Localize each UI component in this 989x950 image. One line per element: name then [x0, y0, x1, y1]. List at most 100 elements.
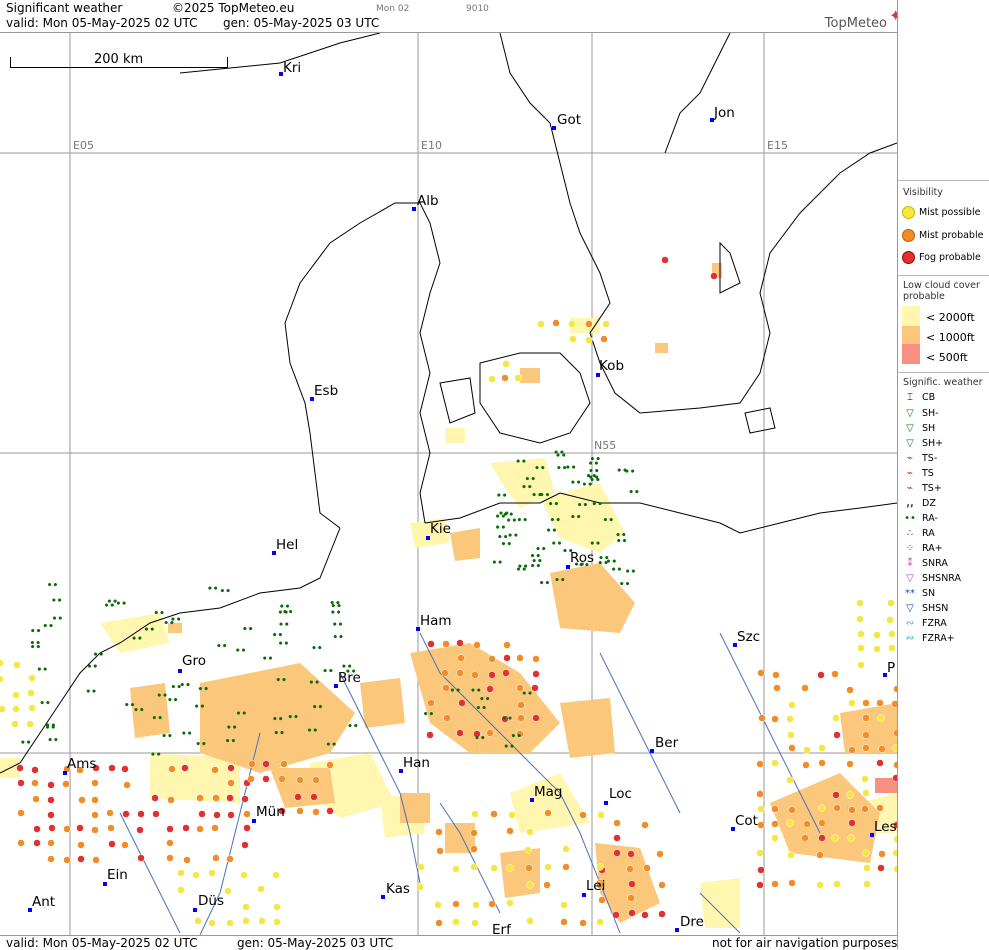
rain-marker: •• [311, 644, 323, 654]
visibility-marker [758, 714, 766, 722]
visibility-marker [310, 793, 318, 801]
visibility-marker [816, 881, 824, 889]
visibility-marker [452, 918, 460, 926]
visibility-marker [568, 320, 576, 328]
rain-marker: •• [236, 709, 248, 719]
visibility-marker [543, 881, 551, 889]
visibility-marker [831, 670, 839, 678]
visibility-marker [710, 272, 718, 280]
rain-marker: •• [161, 732, 173, 742]
legend-ra-minus: •• RA- [902, 511, 938, 525]
logo-text: TopMeteo [824, 16, 887, 31]
rain-marker: •• [226, 723, 238, 733]
visibility-marker [243, 810, 251, 818]
visibility-marker [517, 714, 525, 722]
rain-marker: •• [150, 751, 162, 761]
rain-heavy-icon: ⁘ [905, 542, 915, 554]
rain-marker: •• [347, 722, 359, 732]
visibility-marker [211, 824, 219, 832]
visibility-marker [242, 917, 250, 925]
visibility-marker [312, 808, 320, 816]
visibility-marker [296, 807, 304, 815]
visibility-marker [862, 731, 870, 739]
rain-marker: •• [503, 743, 515, 753]
visibility-marker [436, 847, 444, 855]
city-kie: Kie [430, 521, 451, 537]
visibility-marker [786, 819, 794, 827]
visibility-marker [532, 714, 540, 722]
rain-marker: •• [242, 625, 254, 635]
visibility-marker [48, 824, 56, 832]
rain-marker: •• [197, 685, 209, 695]
visibility-marker [177, 869, 185, 877]
city-szc: Szc [737, 629, 761, 645]
visibility-marker [848, 746, 856, 754]
visibility-marker [471, 671, 479, 679]
visibility-marker [211, 766, 219, 774]
visibility-marker [417, 863, 425, 871]
visibility-marker [192, 871, 200, 879]
visibility-marker [888, 644, 896, 652]
visibility-marker [77, 841, 85, 849]
visibility-marker [856, 599, 864, 607]
visibility-marker [122, 810, 130, 818]
visibility-marker [877, 714, 885, 722]
visibility-marker [788, 806, 796, 814]
visibility-marker [857, 661, 865, 669]
rain-marker: •• [156, 691, 168, 701]
grid-label-e10: E10 [421, 139, 442, 152]
visibility-marker [0, 675, 4, 683]
visibility-marker [508, 811, 516, 819]
visibility-marker [876, 759, 884, 767]
city-ber: Ber [655, 735, 679, 751]
visibility-marker [472, 901, 480, 909]
legend-ts: ⌁ TS [902, 466, 934, 480]
visibility-marker [786, 776, 794, 784]
visibility-marker [888, 630, 896, 638]
visibility-marker [756, 790, 764, 798]
city-han: Han [403, 755, 430, 771]
visibility-marker [226, 794, 234, 802]
visibility-marker [846, 686, 854, 694]
visibility-marker [152, 810, 160, 818]
visibility-marker [848, 819, 856, 827]
visibility-marker [442, 684, 450, 692]
rain-marker: •• [287, 713, 299, 723]
visibility-marker [757, 805, 765, 813]
visibility-marker [502, 669, 510, 677]
visibility-marker [857, 630, 865, 638]
visibility-marker [833, 880, 841, 888]
visibility-marker [772, 671, 780, 679]
rain-marker: •• [131, 635, 143, 645]
visibility-marker [16, 764, 24, 772]
rain-marker: •• [144, 626, 156, 636]
visibility-marker [526, 917, 534, 925]
rain-marker: •• [219, 587, 231, 597]
visibility-marker [862, 714, 870, 722]
visibility-marker [863, 864, 871, 872]
visibility-marker [818, 759, 826, 767]
visibility-marker [121, 765, 129, 773]
visibility-marker [585, 336, 593, 344]
visibility-marker [612, 911, 620, 919]
visibility-marker [873, 645, 881, 653]
visibility-marker [627, 894, 635, 902]
code-label: 9010 [466, 4, 489, 14]
lc-500-swatch [902, 344, 920, 364]
visibility-marker [757, 866, 765, 874]
visibility-marker [27, 689, 35, 697]
visibility-marker [502, 360, 510, 368]
visibility-marker [787, 731, 795, 739]
rain-marker: •• [474, 734, 486, 744]
legend-label: SHSNRA [922, 572, 962, 584]
city-ant: Ant [32, 894, 56, 910]
legend-fzra-plus: ∾ FZRA+ [902, 631, 955, 645]
city-p: P [887, 660, 896, 676]
rain-marker: •• [511, 732, 523, 742]
legend-label: DZ [922, 497, 936, 509]
visibility-marker [756, 881, 764, 889]
thunderstorm-light-icon: ⌁ [906, 452, 914, 464]
visibility-marker [106, 809, 114, 817]
rain-marker: •• [516, 565, 528, 575]
rain-marker: •• [553, 449, 565, 459]
